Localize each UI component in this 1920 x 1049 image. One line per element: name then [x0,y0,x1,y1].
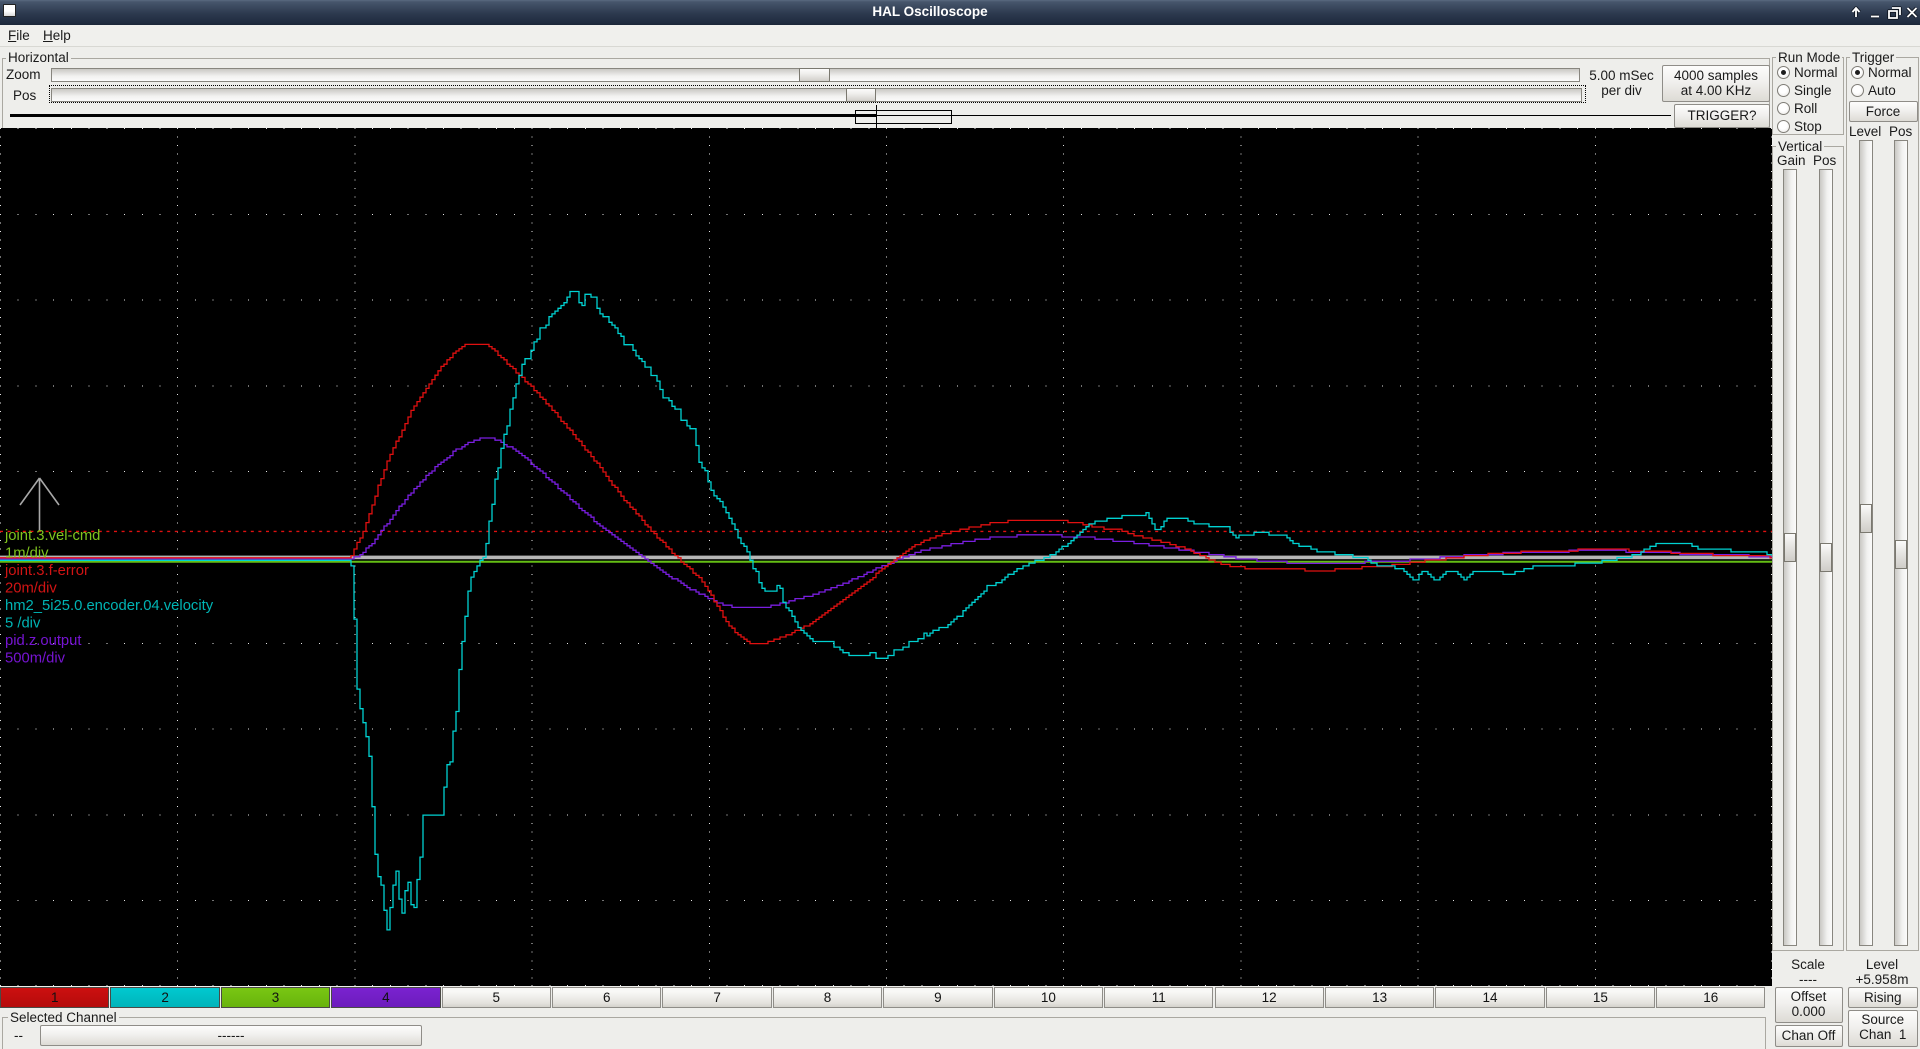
svg-text:joint.3.f-error: joint.3.f-error [4,563,89,579]
svg-text:pid.z.output: pid.z.output [5,633,82,649]
svg-text:500m/div: 500m/div [5,651,66,667]
svg-text:5 /div: 5 /div [5,616,41,632]
svg-text:20m/div: 20m/div [5,581,57,597]
svg-text:hm2_5i25.0.encoder.04.velocity: hm2_5i25.0.encoder.04.velocity [5,598,214,614]
svg-text:1m/div: 1m/div [5,546,49,562]
svg-text:joint.3.vel-cmd: joint.3.vel-cmd [4,528,100,544]
